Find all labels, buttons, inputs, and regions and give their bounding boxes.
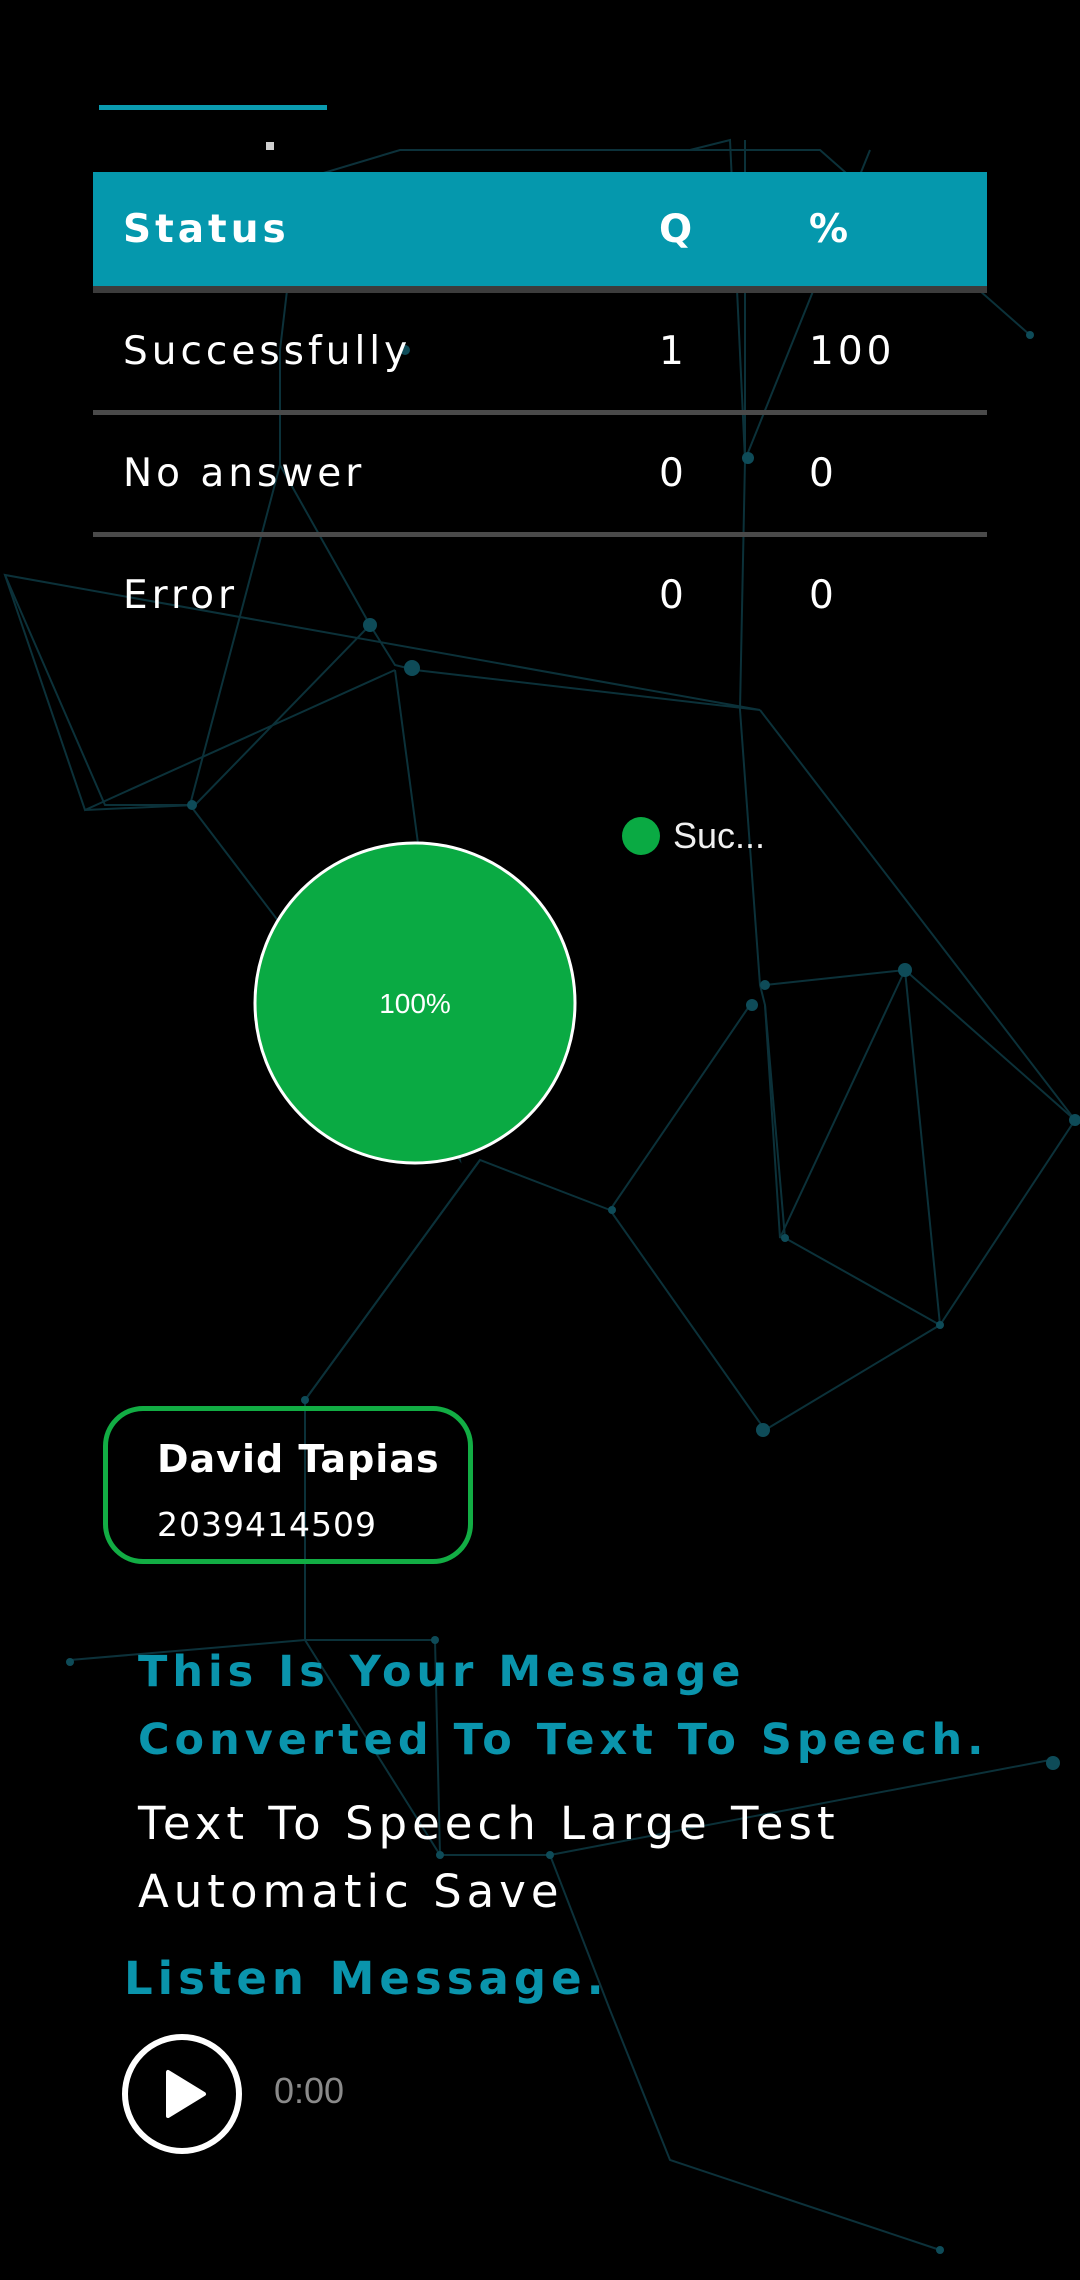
- row-status: No answer: [123, 451, 366, 496]
- table-row-no-answer: No answer 0 0: [93, 415, 987, 537]
- contact-phone: 2039414509: [157, 1505, 377, 1544]
- tab-underline: [99, 105, 327, 110]
- status-table: Status Q % Successfully 1 100 No answer …: [93, 172, 987, 654]
- listen-heading: Listen Message.: [124, 1952, 609, 2005]
- row-percent: 0: [809, 451, 838, 496]
- audio-time: 0:00: [274, 2070, 345, 2111]
- row-percent: 100: [809, 329, 896, 374]
- chart-legend[interactable]: Suc...: [622, 815, 765, 857]
- play-button[interactable]: [122, 2034, 242, 2154]
- table-header: Status Q %: [93, 172, 987, 293]
- message-heading: This Is Your Message Converted To Text T…: [138, 1647, 989, 1765]
- contact-name: David Tapias: [157, 1437, 440, 1481]
- row-status: Error: [123, 573, 239, 618]
- contact-card[interactable]: David Tapias 2039414509: [103, 1406, 473, 1564]
- decorative-dot: [266, 142, 274, 150]
- pie-chart: 100%: [253, 841, 577, 1165]
- row-q: 0: [659, 573, 688, 618]
- play-icon: [166, 2070, 206, 2118]
- row-q: 0: [659, 451, 688, 496]
- legend-label: Suc...: [673, 815, 766, 856]
- row-percent: 0: [809, 573, 838, 618]
- legend-swatch: [622, 817, 660, 855]
- pie-slice-label: 100%: [379, 988, 451, 1019]
- row-status: Successfully: [123, 329, 412, 374]
- screen: Status Q % Successfully 1 100 No answer …: [0, 0, 1080, 2280]
- header-status: Status: [123, 206, 290, 252]
- header-percent: %: [809, 206, 853, 252]
- table-row-successfully: Successfully 1 100: [93, 293, 987, 415]
- table-row-error: Error 0 0: [93, 537, 987, 654]
- header-q: Q: [659, 206, 697, 252]
- message-body: Text To Speech Large Test Automatic Save: [138, 1797, 840, 1918]
- row-q: 1: [659, 329, 688, 374]
